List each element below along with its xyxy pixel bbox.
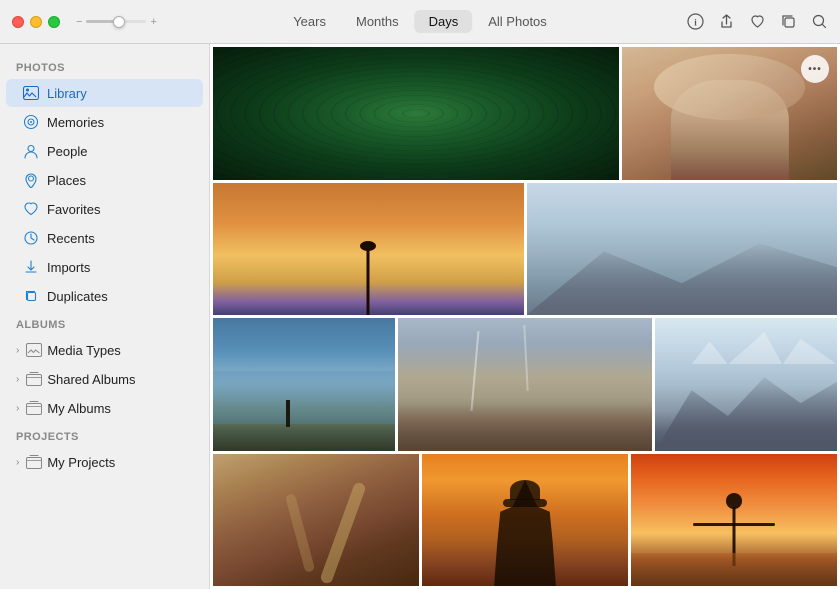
sidebar-item-duplicates[interactable]: Duplicates (6, 282, 203, 310)
sidebar-item-shared-albums-label: Shared Albums (47, 372, 135, 387)
sidebar-item-media-types[interactable]: › Media Types (6, 336, 203, 364)
toolbar-icons: i (687, 13, 828, 30)
sidebar-item-my-albums-label: My Albums (47, 401, 111, 416)
svg-text:i: i (694, 18, 697, 28)
photo-cell-sunset-beach[interactable] (213, 183, 524, 316)
memories-icon (22, 113, 40, 131)
sidebar-item-places-label: Places (47, 173, 86, 188)
grid-row-3 (213, 318, 837, 451)
sidebar-item-library[interactable]: Library (6, 79, 203, 107)
media-types-icon (25, 341, 43, 359)
photo-cell-girl-hat[interactable] (422, 454, 628, 587)
photo-cell-misty-mountains[interactable] (527, 183, 838, 316)
library-icon (22, 84, 40, 102)
sidebar-item-people[interactable]: People (6, 137, 203, 165)
grid-row-4 (213, 454, 837, 587)
main: Photos Library Memories (0, 44, 840, 589)
photo-cell-old-building[interactable] (398, 318, 652, 451)
tab-years[interactable]: Years (279, 10, 340, 33)
tab-all-photos[interactable]: All Photos (474, 10, 561, 33)
more-options-button[interactable]: ••• (801, 55, 829, 83)
share-icon[interactable] (718, 13, 735, 30)
sidebar-item-duplicates-label: Duplicates (47, 289, 108, 304)
nav-tabs: Years Months Days All Photos (279, 10, 561, 33)
search-icon[interactable] (811, 13, 828, 30)
grid-row-1: ••• (213, 47, 837, 180)
sidebar-item-memories-label: Memories (47, 115, 104, 130)
projects-section-label: Projects (0, 423, 209, 447)
photo-cell-snow-mountains[interactable] (655, 318, 837, 451)
places-icon (22, 171, 40, 189)
sidebar-item-places[interactable]: Places (6, 166, 203, 194)
chevron-icon-3: › (16, 403, 19, 414)
maximize-button[interactable] (48, 16, 60, 28)
zoom-control: − + (76, 16, 157, 28)
sidebar-item-my-projects-label: My Projects (47, 455, 115, 470)
sidebar-item-imports-label: Imports (47, 260, 90, 275)
sidebar-item-media-types-label: Media Types (47, 343, 120, 358)
photo-cell-winding-road[interactable] (213, 454, 419, 587)
zoom-plus-button[interactable]: + (150, 16, 156, 28)
zoom-slider-thumb[interactable] (113, 16, 125, 28)
titlebar: − + Years Months Days All Photos i (0, 0, 840, 44)
sidebar-item-my-albums[interactable]: › My Albums (6, 394, 203, 422)
sidebar-item-imports[interactable]: Imports (6, 253, 203, 281)
photo-cell-mountains-lake[interactable] (213, 318, 395, 451)
duplicate-icon[interactable] (780, 13, 797, 30)
shared-albums-icon (25, 370, 43, 388)
imports-icon (22, 258, 40, 276)
albums-section-label: Albums (0, 311, 209, 335)
chevron-icon: › (16, 345, 19, 356)
sidebar-item-library-label: Library (47, 86, 87, 101)
minimize-button[interactable] (30, 16, 42, 28)
chevron-icon-2: › (16, 374, 19, 385)
sidebar-item-recents-label: Recents (47, 231, 95, 246)
sidebar-item-memories[interactable]: Memories (6, 108, 203, 136)
info-icon[interactable]: i (687, 13, 704, 30)
sidebar-item-favorites[interactable]: Favorites (6, 195, 203, 223)
sidebar-item-favorites-label: Favorites (47, 202, 100, 217)
duplicates-icon (22, 287, 40, 305)
sidebar-item-people-label: People (47, 144, 87, 159)
people-icon (22, 142, 40, 160)
tab-months[interactable]: Months (342, 10, 413, 33)
grid-row-2 (213, 183, 837, 316)
zoom-slider[interactable] (86, 20, 146, 23)
recents-icon (22, 229, 40, 247)
heart-icon[interactable] (749, 13, 766, 30)
sidebar-item-shared-albums[interactable]: › Shared Albums (6, 365, 203, 393)
chevron-icon-4: › (16, 457, 19, 468)
zoom-minus-button[interactable]: − (76, 16, 82, 28)
my-projects-icon (25, 453, 43, 471)
favorites-icon (22, 200, 40, 218)
sidebar: Photos Library Memories (0, 44, 210, 589)
traffic-lights (12, 16, 60, 28)
photo-grid: ••• (210, 44, 840, 589)
tab-days[interactable]: Days (415, 10, 473, 33)
photo-cell-forest[interactable] (213, 47, 619, 180)
close-button[interactable] (12, 16, 24, 28)
photo-cell-girl-portrait[interactable]: ••• (622, 47, 837, 180)
sidebar-item-recents[interactable]: Recents (6, 224, 203, 252)
my-albums-icon (25, 399, 43, 417)
photos-section-label: Photos (0, 54, 209, 78)
sidebar-item-my-projects[interactable]: › My Projects (6, 448, 203, 476)
photo-cell-sunset-silhouette[interactable] (631, 454, 837, 587)
